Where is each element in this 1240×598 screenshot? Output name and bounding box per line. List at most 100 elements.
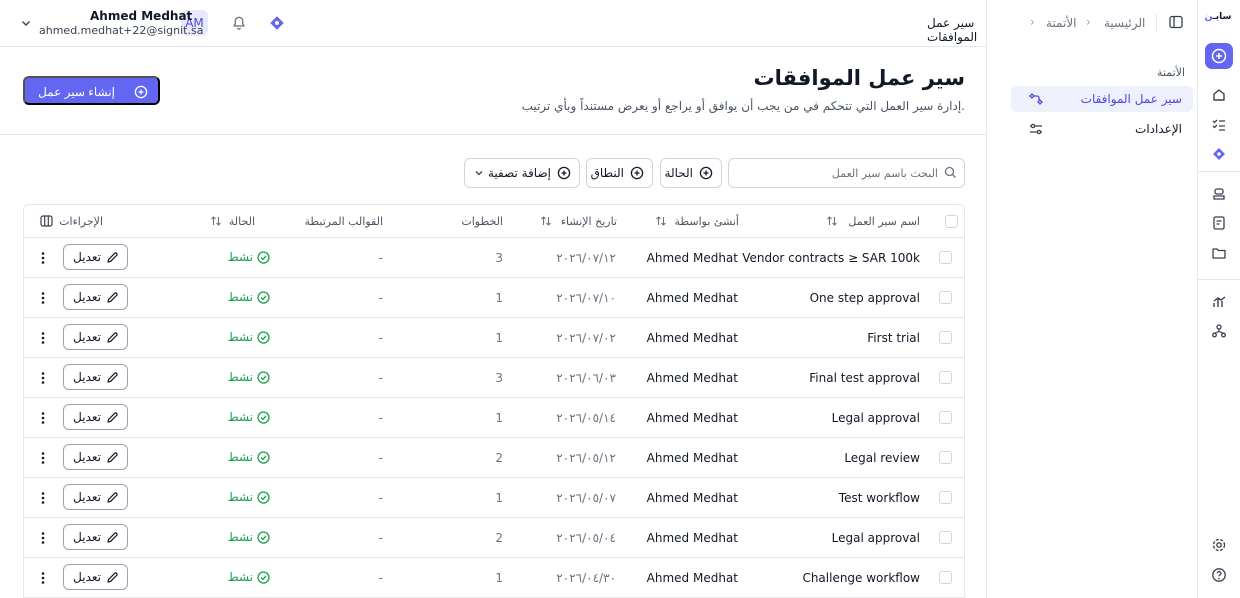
row-checkbox[interactable] bbox=[939, 251, 952, 264]
edit-button[interactable]: تعديل bbox=[63, 484, 128, 510]
edit-button[interactable]: تعديل bbox=[63, 324, 128, 350]
steps-count: 1 bbox=[495, 571, 503, 585]
workflow-name[interactable]: Legal review bbox=[844, 451, 920, 465]
quick-create-button[interactable] bbox=[1205, 43, 1233, 69]
create-workflow-button[interactable]: إنشاء سير عمل جديد bbox=[23, 76, 160, 113]
sort-icon[interactable] bbox=[210, 215, 222, 227]
column-header-created-at[interactable]: تاريخ الإنشاء bbox=[561, 215, 617, 228]
sidebar-item-settings[interactable]: الإعدادات bbox=[1011, 116, 1193, 142]
more-options-icon[interactable] bbox=[39, 251, 47, 265]
help-icon[interactable] bbox=[1211, 567, 1227, 583]
columns-icon[interactable] bbox=[40, 215, 53, 227]
more-options-icon[interactable] bbox=[39, 331, 47, 345]
stamp-icon[interactable] bbox=[1211, 186, 1227, 202]
org-structure-icon[interactable] bbox=[1211, 323, 1227, 339]
sort-icon[interactable] bbox=[540, 215, 552, 227]
edit-label: تعديل bbox=[73, 330, 101, 344]
row-checkbox[interactable] bbox=[939, 451, 952, 464]
workflow-name[interactable]: Vendor contracts ≥ SAR 100k bbox=[742, 251, 920, 265]
workflow-name[interactable]: Legal approval bbox=[832, 531, 920, 545]
app-logo[interactable]: سايـن bbox=[1202, 12, 1234, 22]
more-options-icon[interactable] bbox=[39, 451, 47, 465]
sidebar-toggle-icon[interactable] bbox=[1169, 15, 1183, 29]
more-options-icon[interactable] bbox=[39, 291, 47, 305]
created-by: Ahmed Medhat bbox=[646, 531, 738, 545]
analytics-icon[interactable] bbox=[1211, 294, 1227, 310]
edit-button[interactable]: تعديل bbox=[63, 524, 128, 550]
row-checkbox[interactable] bbox=[939, 371, 952, 384]
automation-diamond-icon[interactable] bbox=[1211, 146, 1227, 162]
more-options-icon[interactable] bbox=[39, 411, 47, 425]
linked-templates: - bbox=[378, 291, 383, 305]
check-circle-icon bbox=[257, 291, 270, 304]
status-label: نشط bbox=[227, 490, 253, 504]
add-filter-label: إضافة تصفية bbox=[487, 166, 551, 180]
user-name[interactable]: Ahmed Medhat bbox=[90, 9, 192, 23]
settings-gear-icon[interactable] bbox=[1211, 537, 1227, 553]
folder-icon[interactable] bbox=[1211, 245, 1227, 261]
edit-label: تعديل bbox=[73, 530, 101, 544]
search-input[interactable] bbox=[728, 158, 965, 188]
add-filter-button[interactable]: إضافة تصفية bbox=[464, 158, 580, 188]
steps-count: 3 bbox=[495, 251, 503, 265]
created-by: Ahmed Medhat bbox=[646, 251, 738, 265]
steps-count: 1 bbox=[495, 331, 503, 345]
row-checkbox[interactable] bbox=[939, 491, 952, 504]
bell-icon[interactable] bbox=[231, 14, 247, 31]
automation-diamond-icon[interactable] bbox=[268, 14, 286, 32]
home-icon[interactable] bbox=[1211, 87, 1227, 103]
breadcrumb-home[interactable]: الرئيسية bbox=[1104, 16, 1145, 30]
column-header-steps: الخطوات bbox=[461, 215, 503, 228]
edit-button[interactable]: تعديل bbox=[63, 444, 128, 470]
more-options-icon[interactable] bbox=[39, 491, 47, 505]
workflow-name[interactable]: Legal approval bbox=[832, 411, 920, 425]
created-date: ٢٠٢٦/٠٧/٠٢ bbox=[556, 331, 616, 345]
workflow-name[interactable]: Final test approval bbox=[809, 371, 920, 385]
scope-filter-label: النطاق bbox=[590, 166, 624, 180]
tasks-icon[interactable] bbox=[1211, 117, 1227, 133]
edit-button[interactable]: تعديل bbox=[63, 284, 128, 310]
row-checkbox[interactable] bbox=[939, 331, 952, 344]
user-email[interactable]: ahmed.medhat+22@signit.sa bbox=[39, 24, 203, 37]
row-checkbox[interactable] bbox=[939, 291, 952, 304]
check-circle-icon bbox=[257, 571, 270, 584]
edit-label: تعديل bbox=[73, 450, 101, 464]
edit-button[interactable]: تعديل bbox=[63, 404, 128, 430]
column-header-created-by[interactable]: أنشئ بواسطة bbox=[674, 215, 739, 228]
pencil-icon bbox=[107, 572, 118, 583]
breadcrumb-automation[interactable]: الأتمتة bbox=[1046, 16, 1077, 30]
workflow-name[interactable]: First trial bbox=[867, 331, 920, 345]
row-checkbox[interactable] bbox=[939, 531, 952, 544]
check-circle-icon bbox=[257, 531, 270, 544]
status-filter-button[interactable]: الحالة bbox=[660, 158, 722, 188]
table-header: اسم سير العمل أنشئ بواسطة تاريخ الإنشاء … bbox=[24, 205, 964, 238]
table-row: One step approval Ahmed Medhat ٢٠٢٦/٠٧/١… bbox=[24, 278, 964, 318]
workflow-name[interactable]: One step approval bbox=[810, 291, 920, 305]
workflow-name[interactable]: Challenge workflow bbox=[802, 571, 920, 585]
more-options-icon[interactable] bbox=[39, 531, 47, 545]
sort-icon[interactable] bbox=[826, 215, 838, 227]
status-label: نشط bbox=[227, 570, 253, 584]
row-checkbox[interactable] bbox=[939, 411, 952, 424]
select-all-checkbox[interactable] bbox=[945, 215, 958, 228]
workflow-name[interactable]: Test workflow bbox=[839, 491, 920, 505]
sidebar-item-approval-workflows[interactable]: سير عمل الموافقات bbox=[1011, 86, 1193, 112]
edit-button[interactable]: تعديل bbox=[63, 244, 128, 270]
linked-templates: - bbox=[378, 331, 383, 345]
column-header-status[interactable]: الحالة bbox=[229, 215, 255, 228]
created-by: Ahmed Medhat bbox=[646, 491, 738, 505]
page-title: سير عمل الموافقات bbox=[753, 66, 965, 90]
more-options-icon[interactable] bbox=[39, 571, 47, 585]
scope-filter-button[interactable]: النطاق bbox=[586, 158, 653, 188]
row-checkbox[interactable] bbox=[939, 571, 952, 584]
column-header-name[interactable]: اسم سير العمل bbox=[848, 215, 920, 228]
check-circle-icon bbox=[257, 411, 270, 424]
sort-icon[interactable] bbox=[655, 215, 667, 227]
edit-button[interactable]: تعديل bbox=[63, 364, 128, 390]
document-check-icon[interactable] bbox=[1211, 215, 1227, 231]
edit-button[interactable]: تعديل bbox=[63, 564, 128, 590]
more-options-icon[interactable] bbox=[39, 371, 47, 385]
page-subtitle: إدارة سير العمل التي تتحكم في من يجب أن … bbox=[521, 99, 965, 113]
chevron-down-icon[interactable] bbox=[20, 17, 32, 29]
steps-count: 1 bbox=[495, 411, 503, 425]
